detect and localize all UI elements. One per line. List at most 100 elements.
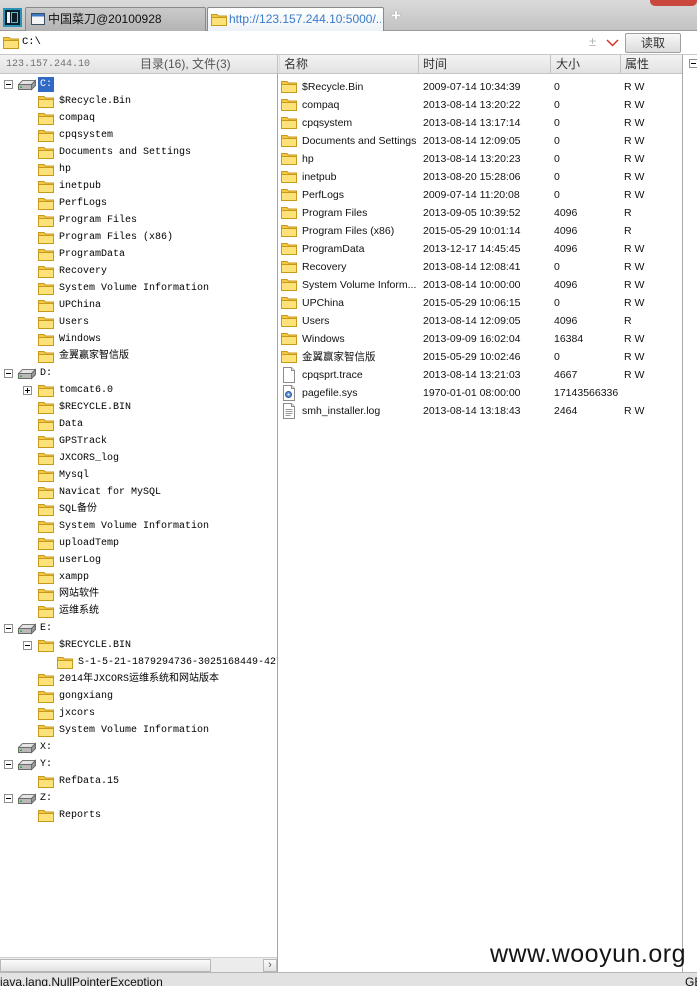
tree-node[interactable]: Y:: [0, 756, 277, 773]
tree-node-label[interactable]: D:: [38, 366, 54, 381]
tree-node-label[interactable]: 运维系统: [57, 604, 101, 619]
tree-node[interactable]: Documents and Settings: [0, 144, 277, 161]
tree-node[interactable]: Navicat for MySQL: [0, 484, 277, 501]
tree-node-label[interactable]: Y:: [38, 757, 54, 772]
read-button[interactable]: 读取: [625, 33, 681, 53]
tree-node-label[interactable]: hp: [57, 162, 73, 177]
column-header-attributes[interactable]: 属性: [625, 57, 649, 71]
tree-node-label[interactable]: RefData.15: [57, 774, 121, 789]
tree-node[interactable]: Z:: [0, 790, 277, 807]
tree-node-label[interactable]: Recovery: [57, 264, 109, 279]
file-row[interactable]: ProgramData 2013-12-17 14:45:45 4096 R W: [279, 240, 682, 258]
tree-node-label[interactable]: Program Files: [57, 213, 139, 228]
tree-node[interactable]: System Volume Information: [0, 280, 277, 297]
column-separator[interactable]: [550, 55, 551, 73]
tree-node[interactable]: System Volume Information: [0, 722, 277, 739]
tree-node[interactable]: Recovery: [0, 263, 277, 280]
tree-node-label[interactable]: compaq: [57, 111, 97, 126]
file-row[interactable]: smh_installer.log 2013-08-14 13:18:43 2464…: [279, 402, 682, 420]
tree-node-label[interactable]: Data: [57, 417, 85, 432]
tree-node[interactable]: tomcat6.0: [0, 382, 277, 399]
tree-node[interactable]: System Volume Information: [0, 518, 277, 535]
file-row[interactable]: pagefile.sys 1970-01-01 08:00:00 171435663…: [279, 384, 682, 402]
tree-node-label[interactable]: System Volume Information: [57, 723, 211, 738]
tab-shell[interactable]: 中国菜刀@20100928: [25, 7, 206, 31]
tree-node[interactable]: SQL备份: [0, 501, 277, 518]
tree-node[interactable]: C:: [0, 76, 277, 93]
file-row[interactable]: UPChina 2015-05-29 10:06:15 0 R W: [279, 294, 682, 312]
tree-node-label[interactable]: $RECYCLE.BIN: [57, 638, 133, 653]
tree-node[interactable]: inetpub: [0, 178, 277, 195]
tree-node-label[interactable]: tomcat6.0: [57, 383, 115, 398]
tree-node-label[interactable]: Users: [57, 315, 91, 330]
file-row[interactable]: cpqsystem 2013-08-14 13:17:14 0 R W: [279, 114, 682, 132]
column-header-name[interactable]: 名称: [284, 57, 308, 71]
tree-node-label[interactable]: Documents and Settings: [57, 145, 193, 160]
tree-node[interactable]: $RECYCLE.BIN: [0, 399, 277, 416]
tree-node-label[interactable]: C:: [38, 77, 55, 92]
file-row[interactable]: 金翼赢家智信版 2015-05-29 10:02:46 0 R W: [279, 348, 682, 366]
tree-node[interactable]: PerfLogs: [0, 195, 277, 212]
tree-node[interactable]: E:: [0, 620, 277, 637]
collapse-toggle-icon[interactable]: [4, 80, 13, 89]
tree-node[interactable]: 2014年JXCORS运维系统和网站版本: [0, 671, 277, 688]
collapse-toggle-icon[interactable]: [4, 624, 13, 633]
window-close-button[interactable]: [650, 0, 697, 6]
file-row[interactable]: Program Files 2013-09-05 10:39:52 4096 R: [279, 204, 682, 222]
tree-node-label[interactable]: X:: [38, 740, 54, 755]
file-row[interactable]: Documents and Settings 2013-08-14 12:09:0…: [279, 132, 682, 150]
tree-node[interactable]: Program Files (x86): [0, 229, 277, 246]
column-header-size[interactable]: 大小: [556, 57, 580, 71]
tree-node[interactable]: 网站软件: [0, 586, 277, 603]
scrollbar-thumb[interactable]: [0, 959, 211, 972]
plus-minus-icon[interactable]: ±: [589, 34, 596, 50]
tree-node-label[interactable]: UPChina: [57, 298, 103, 313]
tree-node[interactable]: UPChina: [0, 297, 277, 314]
tree-node[interactable]: Data: [0, 416, 277, 433]
tree-node[interactable]: GPSTrack: [0, 433, 277, 450]
tree-node-label[interactable]: 金翼赢家智信版: [57, 349, 131, 364]
tree-node-label[interactable]: jxcors: [57, 706, 97, 721]
tree-node-label[interactable]: uploadTemp: [57, 536, 121, 551]
tree-node-label[interactable]: inetpub: [57, 179, 103, 194]
file-row[interactable]: inetpub 2013-08-20 15:28:06 0 R W: [279, 168, 682, 186]
tree-node-label[interactable]: userLog: [57, 553, 103, 568]
horizontal-scrollbar[interactable]: ›: [0, 957, 277, 972]
tree-node[interactable]: Program Files: [0, 212, 277, 229]
collapse-toggle-icon[interactable]: [689, 59, 697, 68]
tree-node[interactable]: xampp: [0, 569, 277, 586]
tree-node[interactable]: Reports: [0, 807, 277, 824]
tree-node-label[interactable]: Z:: [38, 791, 54, 806]
tree-node-label[interactable]: E:: [38, 621, 54, 636]
tree-node-label[interactable]: $Recycle.Bin: [57, 94, 133, 109]
tree-node-label[interactable]: gongxiang: [57, 689, 115, 704]
dropdown-chevron-icon[interactable]: [606, 38, 619, 47]
file-row[interactable]: Program Files (x86) 2015-05-29 10:01:14 40…: [279, 222, 682, 240]
tree-node[interactable]: ProgramData: [0, 246, 277, 263]
scroll-right-arrow-icon[interactable]: ›: [263, 959, 277, 972]
tree-node[interactable]: gongxiang: [0, 688, 277, 705]
tree-node[interactable]: Mysql: [0, 467, 277, 484]
tree-node[interactable]: D:: [0, 365, 277, 382]
tree-node[interactable]: userLog: [0, 552, 277, 569]
tree-node[interactable]: S-1-5-21-1879294736-3025168449-427: [0, 654, 277, 671]
file-row[interactable]: compaq 2013-08-14 13:20:22 0 R W: [279, 96, 682, 114]
tab-file-manager[interactable]: http://123.157.244.10:5000/...: [207, 7, 384, 32]
tree-node[interactable]: cpqsystem: [0, 127, 277, 144]
tree-node-label[interactable]: SQL备份: [57, 502, 99, 517]
tree-node-label[interactable]: GPSTrack: [57, 434, 109, 449]
tree-node-label[interactable]: Reports: [57, 808, 103, 823]
column-separator[interactable]: [620, 55, 621, 73]
tree-node-label[interactable]: 2014年JXCORS运维系统和网站版本: [57, 672, 221, 687]
tree-node-label[interactable]: cpqsystem: [57, 128, 115, 143]
tree-node-label[interactable]: JXCORS_log: [57, 451, 121, 466]
collapse-toggle-icon[interactable]: [4, 794, 13, 803]
file-row[interactable]: Recovery 2013-08-14 12:08:41 0 R W: [279, 258, 682, 276]
file-row[interactable]: $Recycle.Bin 2009-07-14 10:34:39 0 R W: [279, 78, 682, 96]
collapse-toggle-icon[interactable]: [4, 369, 13, 378]
tree-node[interactable]: RefData.15: [0, 773, 277, 790]
column-separator[interactable]: [418, 55, 419, 73]
tree-node-label[interactable]: System Volume Information: [57, 281, 211, 296]
tree-node[interactable]: X:: [0, 739, 277, 756]
tree-node[interactable]: uploadTemp: [0, 535, 277, 552]
